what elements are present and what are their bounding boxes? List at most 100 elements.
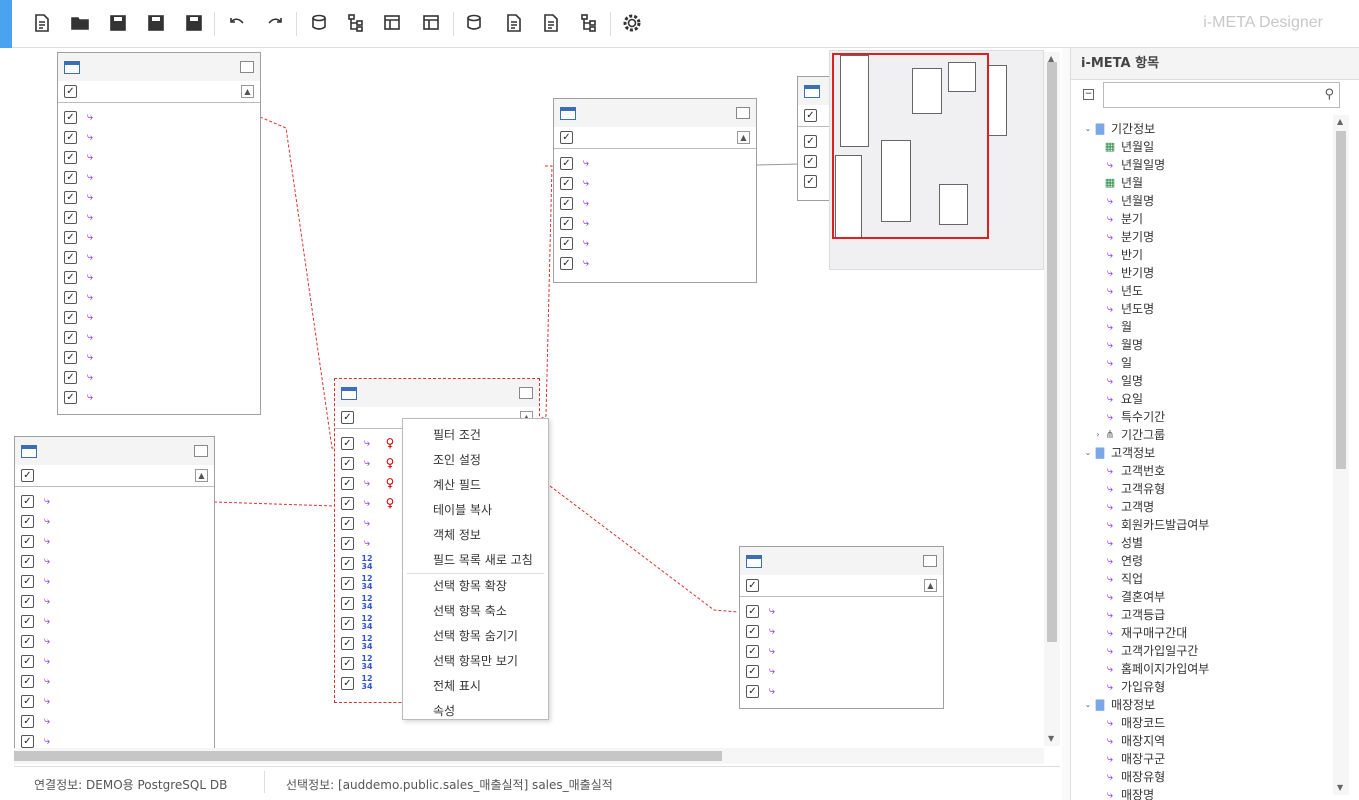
tree-folder[interactable]: ⌄ ▇ 매장정보: [1071, 696, 1337, 714]
table-edit-button[interactable]: [381, 11, 405, 35]
field-row[interactable]: ✓ ⤷: [15, 491, 214, 511]
context-menu-item[interactable]: 조인 설정: [403, 448, 548, 473]
scroll-down-arrow[interactable]: ▼: [1048, 734, 1054, 743]
field-checkbox[interactable]: ✓: [746, 624, 759, 638]
field-checkbox[interactable]: ✓: [21, 654, 34, 668]
settings-button[interactable]: [620, 11, 644, 35]
field-row[interactable]: ✓ ⤷: [15, 691, 214, 711]
tree-item[interactable]: ⤷ 홈페이지가입여부: [1071, 660, 1337, 678]
canvas-vertical-scrollbar[interactable]: ▲ ▼: [1044, 52, 1060, 746]
field-row[interactable]: ✓ ⤷: [15, 611, 214, 631]
field-checkbox[interactable]: ✓: [560, 256, 573, 270]
field-row[interactable]: ✓ ⤷: [554, 233, 756, 253]
scroll-thumb[interactable]: [14, 751, 722, 761]
select-all-checkbox[interactable]: ✓: [746, 579, 759, 592]
hierarchy-settings-button[interactable]: [577, 11, 601, 35]
field-row[interactable]: ✓ ⤷: [554, 153, 756, 173]
field-checkbox[interactable]: ✓: [341, 496, 354, 510]
field-checkbox[interactable]: ✓: [560, 216, 573, 230]
tree-item[interactable]: ⤷ 고객가입일구간: [1071, 642, 1337, 660]
field-row[interactable]: ✓ ⤷: [58, 267, 260, 287]
tree-button[interactable]: [344, 11, 368, 35]
field-checkbox[interactable]: ✓: [21, 674, 34, 688]
tree-item[interactable]: ⤷ 일: [1071, 354, 1337, 372]
field-row[interactable]: ✓ ⤷: [58, 147, 260, 167]
field-checkbox[interactable]: ✓: [341, 596, 354, 610]
field-checkbox[interactable]: ✓: [64, 110, 77, 124]
tree-item[interactable]: ⤷ 성별: [1071, 534, 1337, 552]
table-header[interactable]: [335, 379, 539, 407]
field-checkbox[interactable]: ✓: [64, 210, 77, 224]
field-row[interactable]: ✓ ⤷: [15, 591, 214, 611]
tree-item[interactable]: ⤷ 반기명: [1071, 264, 1337, 282]
new-file-button[interactable]: [30, 11, 54, 35]
field-row[interactable]: ✓ ⤷: [15, 711, 214, 731]
table-menu-icon[interactable]: [519, 387, 533, 399]
tree-item[interactable]: ⤷ 월: [1071, 318, 1337, 336]
tree-folder[interactable]: ⌄ ▇ 기간정보: [1071, 120, 1337, 138]
collapse-icon[interactable]: ▲: [737, 131, 750, 144]
field-row[interactable]: ✓ ⤷: [58, 307, 260, 327]
select-all-checkbox[interactable]: ✓: [21, 469, 34, 482]
collapse-all-icon[interactable]: −: [1083, 89, 1094, 100]
tree-item[interactable]: ⤷ 매장유형: [1071, 768, 1337, 786]
field-checkbox[interactable]: ✓: [21, 614, 34, 628]
field-checkbox[interactable]: ✓: [560, 176, 573, 190]
field-row[interactable]: ✓ ⤷: [58, 347, 260, 367]
context-menu-item[interactable]: 선택 항목 숨기기: [403, 624, 548, 649]
tree-item[interactable]: ⤷ 요일: [1071, 390, 1337, 408]
field-checkbox[interactable]: ✓: [341, 576, 354, 590]
tree-item[interactable]: ⤷ 고객등급: [1071, 606, 1337, 624]
field-checkbox[interactable]: ✓: [21, 734, 34, 748]
field-row[interactable]: ✓ ⤷: [58, 167, 260, 187]
tree-item[interactable]: ⤷ 년월일명: [1071, 156, 1337, 174]
field-checkbox[interactable]: ✓: [746, 664, 759, 678]
field-checkbox[interactable]: ✓: [341, 516, 354, 530]
field-row[interactable]: ✓ ⤷: [554, 173, 756, 193]
tree-item[interactable]: ⤷ 고객유형: [1071, 480, 1337, 498]
field-checkbox[interactable]: ✓: [341, 456, 354, 470]
context-menu-item[interactable]: 속성: [403, 699, 548, 724]
db-search-button[interactable]: [463, 11, 487, 35]
field-checkbox[interactable]: ✓: [21, 634, 34, 648]
tree-item[interactable]: ⤷ 매장지역: [1071, 732, 1337, 750]
field-row[interactable]: ✓ ⤷: [58, 227, 260, 247]
select-all-checkbox[interactable]: ✓: [804, 109, 817, 122]
field-checkbox[interactable]: ✓: [64, 370, 77, 384]
search-input[interactable]: ⚲: [1103, 82, 1340, 108]
scroll-up-arrow[interactable]: ▲: [1337, 117, 1343, 126]
minimap-viewport[interactable]: [832, 53, 989, 239]
field-checkbox[interactable]: ✓: [804, 134, 817, 148]
field-checkbox[interactable]: ✓: [341, 556, 354, 570]
field-checkbox[interactable]: ✓: [64, 330, 77, 344]
collapse-icon[interactable]: ▲: [924, 579, 937, 592]
field-row[interactable]: ✓ ⤷: [554, 213, 756, 233]
field-row[interactable]: ✓ ⤷: [15, 671, 214, 691]
field-row[interactable]: ✓ ⤷: [15, 531, 214, 551]
context-menu-item[interactable]: 객체 정보: [403, 523, 548, 548]
field-row[interactable]: ✓ ⤷: [554, 253, 756, 273]
report-button[interactable]: [539, 11, 563, 35]
field-row[interactable]: ✓ ⤷: [58, 327, 260, 347]
expand-toggle-icon[interactable]: ⌄: [1083, 120, 1093, 138]
undo-button[interactable]: [225, 11, 249, 35]
field-row[interactable]: ✓ ⤷: [740, 601, 943, 621]
tree-item[interactable]: ⤷ 일명: [1071, 372, 1337, 390]
table-date[interactable]: ✓ ▲ ✓ ⤷ ✓ ⤷ ✓ ⤷ ✓ ⤷ ✓ ⤷ ✓ ⤷ ✓ ⤷ ✓ ⤷ ✓ ⤷ ✓ ⤷ ✓ ⤷ ✓ ⤷ ✓ ⤷ ✓ ⤷ ✓ ⤷: [57, 52, 261, 415]
field-checkbox[interactable]: ✓: [21, 554, 34, 568]
field-checkbox[interactable]: ✓: [64, 310, 77, 324]
tree-item[interactable]: ⤷ 매장코드: [1071, 714, 1337, 732]
field-checkbox[interactable]: ✓: [746, 684, 759, 698]
field-checkbox[interactable]: ✓: [341, 616, 354, 630]
field-row[interactable]: ✓ ⤷: [740, 641, 943, 661]
save-as-button[interactable]: [144, 11, 168, 35]
tree-item[interactable]: ⤷ 월명: [1071, 336, 1337, 354]
field-checkbox[interactable]: ✓: [560, 156, 573, 170]
field-checkbox[interactable]: ✓: [804, 154, 817, 168]
field-row[interactable]: ✓ ⤷: [15, 511, 214, 531]
field-row[interactable]: ✓ ⤷: [740, 661, 943, 681]
tree-item[interactable]: ⤷ 특수기간: [1071, 408, 1337, 426]
tree-folder[interactable]: ⌄ ▇ 고객정보: [1071, 444, 1337, 462]
table-customer[interactable]: ✓ ▲ ✓ ⤷ ✓ ⤷ ✓ ⤷ ✓ ⤷ ✓ ⤷ ✓ ⤷ ✓ ⤷ ✓ ⤷ ✓ ⤷ ✓ ⤷ ✓ ⤷ ✓ ⤷ ✓ ⤷: [14, 436, 215, 748]
open-folder-button[interactable]: [68, 11, 92, 35]
